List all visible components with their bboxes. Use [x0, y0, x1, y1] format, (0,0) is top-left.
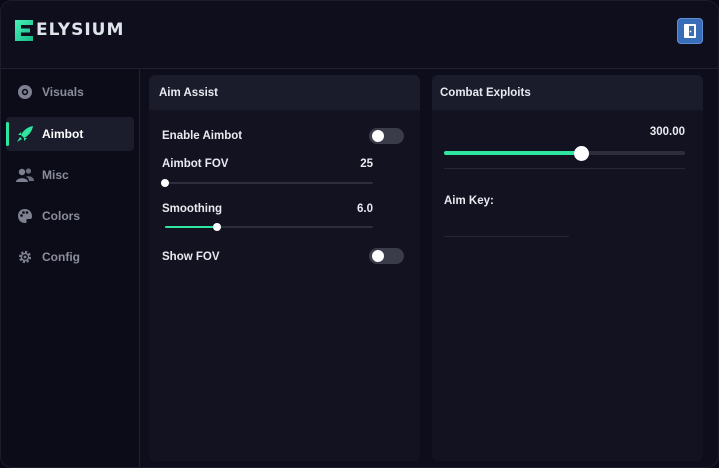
toggle-knob	[372, 130, 384, 142]
aim-assist-panel: Aim Assist Enable Aimbot Aimbot FOV 25 S…	[149, 75, 420, 461]
exit-button[interactable]	[677, 18, 703, 44]
exploit-slider[interactable]	[444, 146, 685, 161]
slider-track	[165, 182, 373, 184]
toggle-knob	[372, 250, 384, 262]
exploit-slider-value: 300.00	[649, 126, 685, 138]
sidebar-item-label: Misc	[42, 168, 69, 182]
aimbot-fov-slider[interactable]	[161, 178, 373, 188]
eye-icon	[16, 83, 34, 101]
logo-mark-icon	[15, 19, 33, 41]
sidebar: Visuals Aimbot Misc Colors Config	[1, 69, 140, 467]
divider	[444, 168, 685, 169]
exit-door-icon	[684, 24, 696, 38]
rocket-icon	[16, 125, 34, 143]
combat-exploits-panel: Combat Exploits 300.00 Aim Key:	[432, 75, 703, 461]
smoothing-label: Smoothing	[162, 203, 223, 215]
sidebar-item-label: Colors	[42, 209, 81, 223]
panel-title: Combat Exploits	[432, 75, 703, 110]
sidebar-item-label: Config	[42, 250, 80, 264]
sidebar-item-aimbot[interactable]: Aimbot	[6, 117, 134, 151]
sidebar-item-label: Visuals	[42, 85, 84, 99]
sidebar-item-config[interactable]: Config	[6, 240, 134, 274]
enable-aimbot-toggle[interactable]	[369, 128, 404, 144]
sidebar-item-label: Aimbot	[42, 127, 84, 141]
show-fov-label: Show FOV	[162, 251, 220, 263]
smoothing-slider[interactable]	[165, 222, 373, 232]
slider-thumb[interactable]	[161, 179, 169, 187]
slider-fill	[165, 226, 217, 228]
aim-key-label: Aim Key:	[444, 195, 494, 207]
logo: ELYSIUM	[14, 18, 124, 42]
panel-title: Aim Assist	[149, 75, 420, 110]
sidebar-item-colors[interactable]: Colors	[6, 199, 134, 233]
palette-icon	[16, 207, 34, 225]
header-bar: ELYSIUM	[1, 1, 718, 69]
aimbot-fov-label: Aimbot FOV	[162, 158, 229, 170]
gear-icon	[16, 248, 34, 266]
slider-fill	[444, 151, 582, 155]
app-window: ELYSIUM Visuals Aimbot Misc Colors Confi…	[0, 0, 719, 468]
slider-thumb[interactable]	[213, 223, 221, 231]
show-fov-toggle[interactable]	[369, 248, 404, 264]
users-icon	[16, 166, 34, 184]
logo-text: ELYSIUM	[36, 20, 125, 40]
aim-key-field[interactable]	[444, 236, 569, 237]
sidebar-item-misc[interactable]: Misc	[6, 158, 134, 192]
sidebar-item-visuals[interactable]: Visuals	[6, 75, 134, 109]
aimbot-fov-value: 25	[360, 158, 373, 170]
slider-thumb[interactable]	[574, 146, 590, 161]
smoothing-value: 6.0	[357, 203, 373, 215]
enable-aimbot-label: Enable Aimbot	[162, 130, 243, 142]
